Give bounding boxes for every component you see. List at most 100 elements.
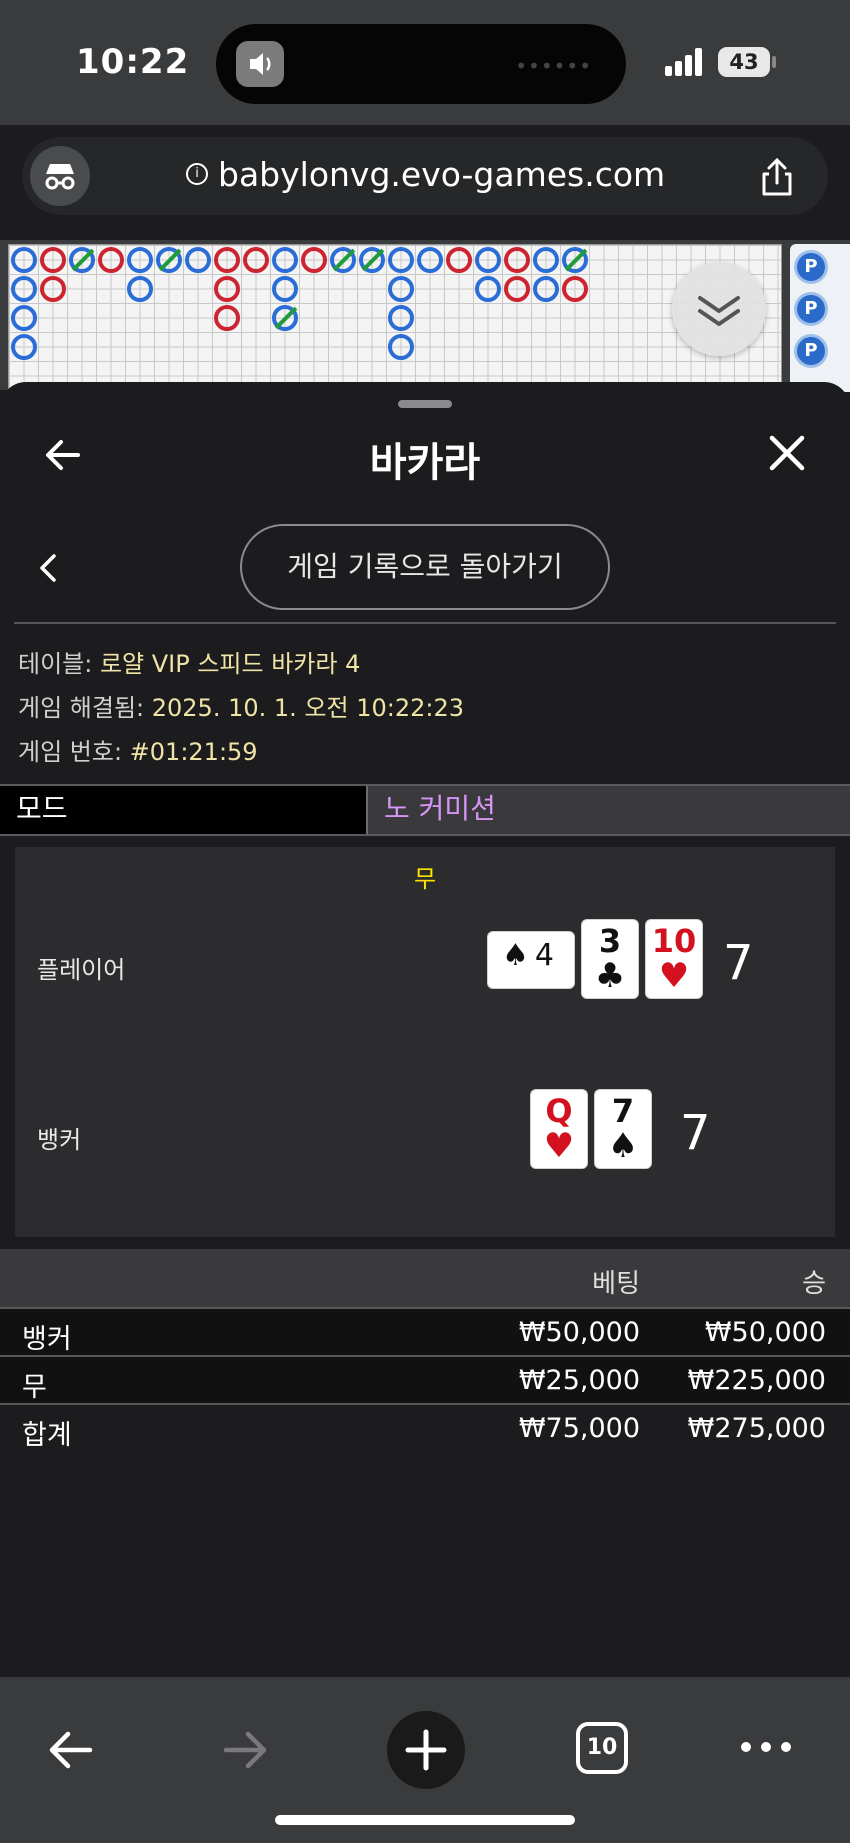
player-ring	[272, 276, 298, 302]
divider	[14, 622, 836, 624]
table-row: 무 ₩25,000 ₩225,000	[0, 1355, 850, 1403]
player-label: 플레이어	[37, 956, 126, 984]
player-ring	[11, 247, 37, 273]
tie-ring	[272, 305, 298, 331]
banker-label: 뱅커	[37, 1126, 82, 1154]
side-road: P P P	[790, 244, 850, 392]
banker-ring	[301, 247, 327, 273]
incognito-icon[interactable]	[30, 146, 90, 206]
info-icon[interactable]: i	[186, 163, 208, 185]
card-suit: ♣	[594, 956, 626, 996]
url-bar[interactable]: i babylonvg.evo-games.com	[22, 137, 828, 215]
player-ring	[533, 276, 559, 302]
player-ring	[127, 276, 153, 302]
game-detail-sheet: 바카라 게임 기록으로 돌아가기 테이블: 로얄 VIP 스피드 바카라 4 게…	[0, 382, 850, 1677]
speaker-icon	[236, 41, 284, 87]
banker-ring	[214, 276, 240, 302]
chevron-left-icon[interactable]	[36, 552, 60, 584]
nav-back-icon[interactable]	[44, 1727, 96, 1777]
island-dots: ••••••	[515, 54, 592, 78]
result-outcome: 무	[413, 865, 437, 893]
tie-ring	[562, 247, 588, 273]
url-text[interactable]: babylonvg.evo-games.com	[218, 155, 665, 194]
playing-card: Q ♥	[531, 1090, 587, 1168]
bets-table: 베팅 승 뱅커 ₩50,000 ₩50,000 무 ₩25,000 ₩225,0…	[0, 1249, 850, 1451]
battery-icon: 43	[718, 47, 770, 77]
card-suit: ♥	[543, 1126, 575, 1166]
playing-card: 3 ♣	[582, 920, 638, 998]
player-ring	[417, 247, 443, 273]
player-ring	[388, 305, 414, 331]
home-indicator	[275, 1815, 575, 1825]
banker-ring	[214, 305, 240, 331]
tabs-icon[interactable]: 10	[576, 1722, 628, 1774]
card-suit: ♥	[658, 956, 690, 996]
playing-card: ♠4	[488, 932, 574, 988]
card-suit: ♠	[607, 1126, 639, 1166]
player-ring	[272, 247, 298, 273]
player-badge: P	[794, 334, 828, 368]
playing-card: 7 ♠	[595, 1090, 651, 1168]
banker-ring	[562, 276, 588, 302]
bets-header: 베팅 승	[0, 1249, 850, 1307]
bet-column-header: 베팅	[592, 1269, 640, 1299]
sheet-handle[interactable]	[398, 400, 452, 408]
card-rank: 7	[611, 1092, 635, 1130]
new-tab-icon[interactable]	[386, 1710, 466, 1794]
player-badge: P	[794, 292, 828, 326]
bead-road	[8, 244, 782, 392]
banker-ring	[214, 247, 240, 273]
table-info: 테이블: 로얄 VIP 스피드 바카라 4	[18, 650, 361, 678]
result-card: 무 플레이어 ♠4 3 ♣ 10 ♥ 7 뱅커 Q ♥ 7 ♠ 7	[15, 847, 835, 1237]
player-badge: P	[794, 250, 828, 284]
banker-score: 7	[680, 1105, 711, 1161]
player-ring	[127, 247, 153, 273]
player-ring	[388, 334, 414, 360]
card-rank: 3	[598, 922, 622, 960]
player-ring	[11, 334, 37, 360]
tie-ring	[156, 247, 182, 273]
collapse-button[interactable]	[672, 262, 766, 356]
status-bar: 10:22 •••••• 43 i babylonvg.evo-games.co…	[0, 0, 850, 215]
more-icon[interactable]	[740, 1739, 792, 1759]
playing-card: 10 ♥	[646, 920, 702, 998]
player-ring	[388, 247, 414, 273]
back-to-history-button[interactable]: 게임 기록으로 돌아가기	[240, 524, 610, 610]
win-column-header: 승	[802, 1269, 826, 1299]
player-ring	[11, 305, 37, 331]
banker-ring	[243, 247, 269, 273]
table-row: 뱅커 ₩50,000 ₩50,000	[0, 1307, 850, 1355]
game-number-info: 게임 번호: #01:21:59	[18, 738, 258, 766]
close-icon[interactable]	[766, 432, 808, 474]
tie-ring	[69, 247, 95, 273]
resolved-info: 게임 해결됨: 2025. 10. 1. 오전 10:22:23	[18, 694, 464, 722]
player-ring	[185, 247, 211, 273]
banker-ring	[40, 247, 66, 273]
player-ring	[388, 276, 414, 302]
banker-ring	[446, 247, 472, 273]
player-score: 7	[723, 935, 754, 991]
browser-toolbar: 10	[0, 1677, 850, 1843]
status-time: 10:22	[76, 42, 190, 82]
nav-forward-icon[interactable]	[220, 1727, 272, 1777]
share-icon[interactable]	[757, 157, 797, 197]
table-row-total: 합계 ₩75,000 ₩275,000	[0, 1403, 850, 1451]
card-suit: ♠4	[502, 938, 560, 973]
mode-row: 모드 노 커미션	[0, 784, 850, 836]
battery-tip	[772, 56, 776, 68]
player-ring	[533, 247, 559, 273]
banker-ring	[40, 276, 66, 302]
player-ring	[475, 247, 501, 273]
banker-ring	[504, 247, 530, 273]
banker-ring	[504, 276, 530, 302]
banker-ring	[98, 247, 124, 273]
mode-label: 모드	[0, 786, 368, 834]
dynamic-island: ••••••	[216, 24, 626, 104]
tie-ring	[330, 247, 356, 273]
sheet-title: 바카라	[369, 440, 481, 486]
player-ring	[11, 276, 37, 302]
card-rank: 10	[651, 922, 697, 960]
tie-ring	[359, 247, 385, 273]
chevron-double-down-icon	[698, 296, 740, 326]
card-rank: Q	[545, 1092, 573, 1130]
